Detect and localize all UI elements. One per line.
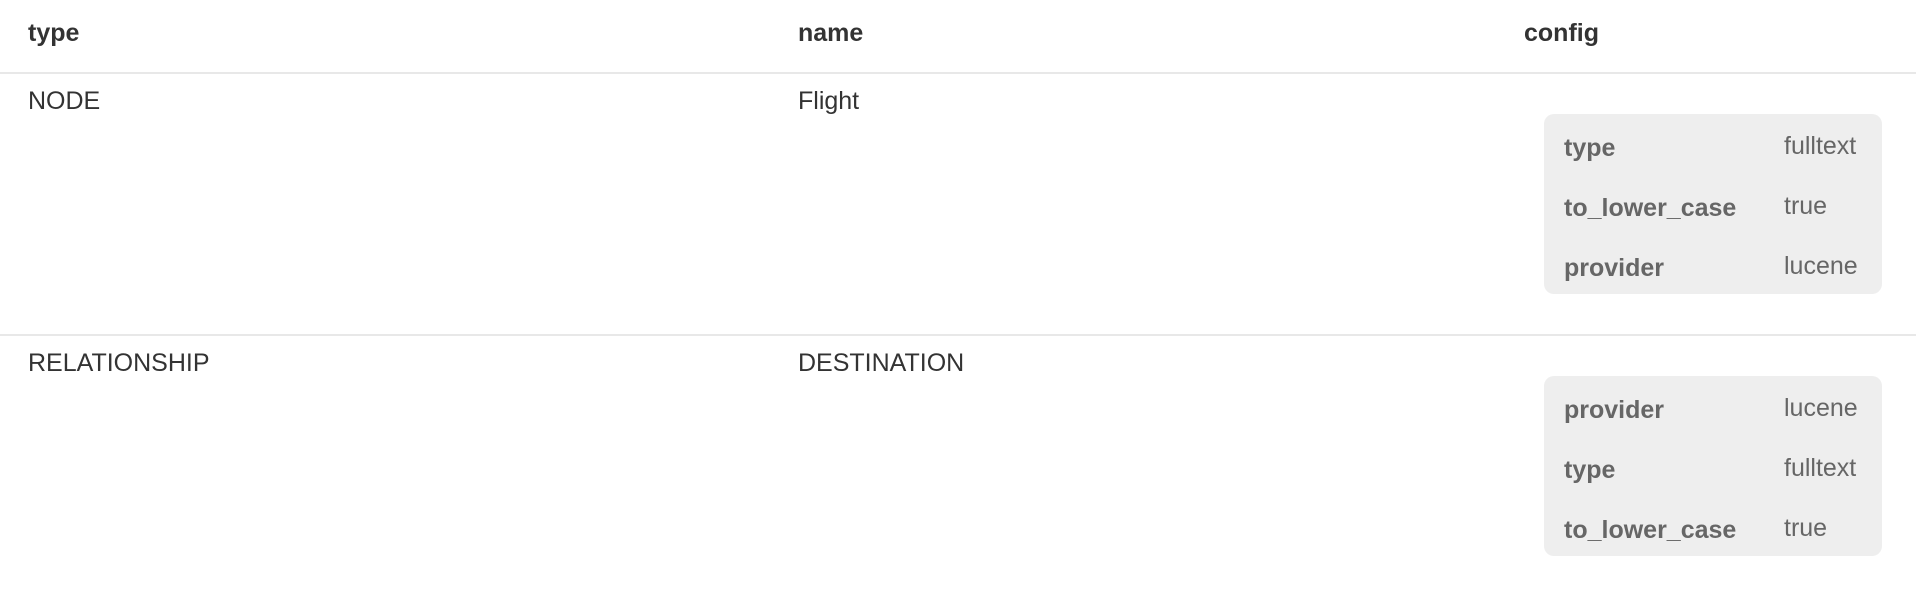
cell-name: DESTINATION — [798, 349, 965, 377]
config-value: lucene — [1784, 394, 1858, 422]
config-entry: type fulltext — [1564, 132, 1862, 163]
config-entry: type fulltext — [1564, 454, 1862, 485]
column-header-type: type — [28, 19, 80, 47]
config-key: provider — [1564, 396, 1665, 424]
config-value: fulltext — [1784, 132, 1857, 160]
cell-type: NODE — [28, 87, 101, 115]
config-map: provider lucene type fulltext to_lower_c… — [1544, 376, 1882, 556]
config-map: type fulltext to_lower_case true provide… — [1544, 114, 1882, 294]
config-key: to_lower_case — [1564, 194, 1737, 222]
table-row: NODE Flight type fulltext to_lower_case … — [0, 74, 1916, 336]
config-key: type — [1564, 134, 1616, 162]
config-value: true — [1784, 514, 1828, 542]
table-header: type name config — [0, 0, 1916, 74]
config-value: fulltext — [1784, 454, 1857, 482]
config-value: true — [1784, 192, 1828, 220]
column-header-config: config — [1524, 19, 1599, 47]
cell-type: RELATIONSHIP — [28, 349, 210, 377]
config-entry: to_lower_case true — [1564, 514, 1862, 545]
config-entry: to_lower_case true — [1564, 192, 1862, 223]
result-table: type name config NODE Flight type fullte… — [0, 0, 1916, 596]
config-entry: provider lucene — [1564, 252, 1862, 283]
config-value: lucene — [1784, 252, 1858, 280]
config-entry: provider lucene — [1564, 394, 1862, 425]
cell-name: Flight — [798, 87, 860, 115]
table-row: RELATIONSHIP DESTINATION provider lucene… — [0, 336, 1916, 596]
config-key: to_lower_case — [1564, 516, 1737, 544]
config-key: provider — [1564, 254, 1665, 282]
config-key: type — [1564, 456, 1616, 484]
column-header-name: name — [798, 19, 864, 47]
